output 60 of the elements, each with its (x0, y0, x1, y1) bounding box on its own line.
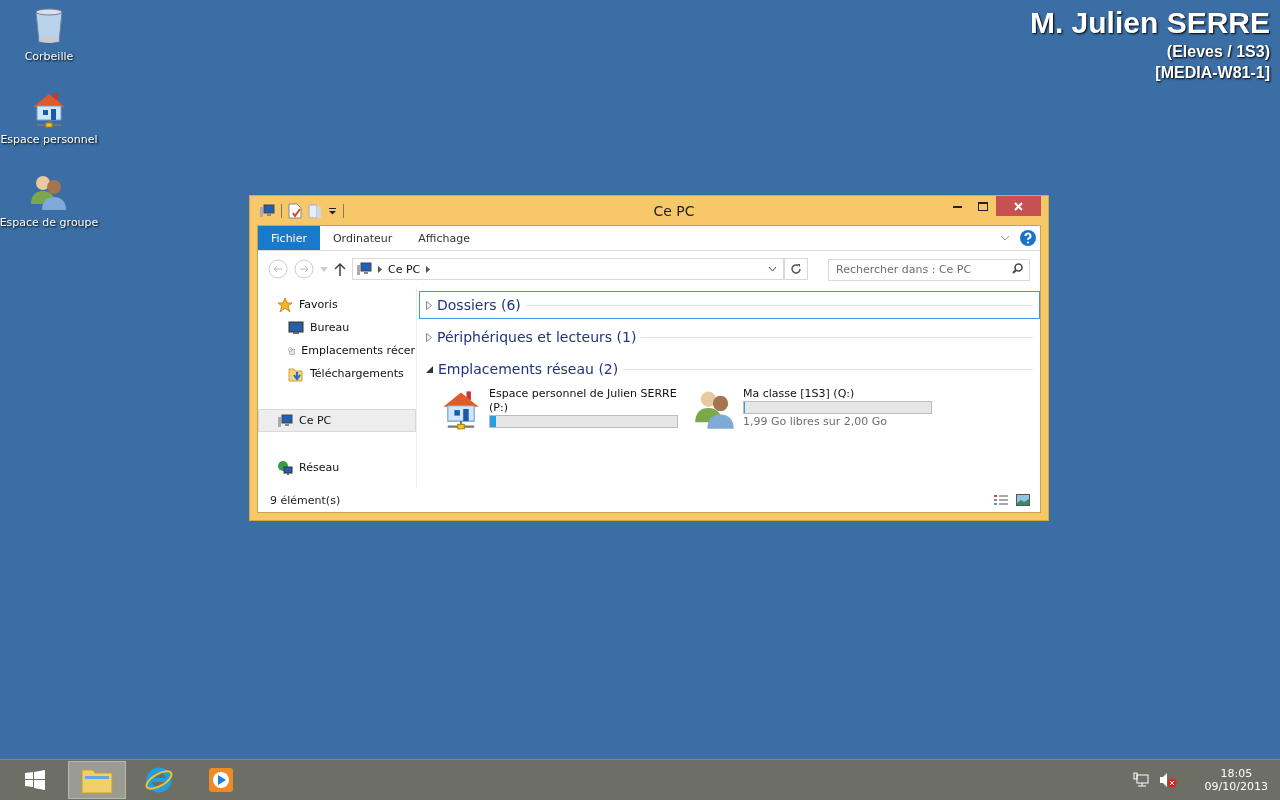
collapsed-triangle-icon (426, 332, 432, 342)
group-header[interactable]: Périphériques et lecteurs (1) (419, 323, 1040, 351)
address-bar[interactable]: Ce PC (352, 258, 784, 280)
tiles-view-icon[interactable] (1016, 494, 1030, 506)
window-title: Ce PC (652, 202, 696, 219)
chevron-icon (378, 265, 382, 273)
clock[interactable]: 18:05 09/10/2013 (1204, 767, 1268, 793)
search-field[interactable]: Rechercher dans : Ce PC (828, 258, 1030, 281)
windows-logo-icon (25, 770, 45, 790)
collapsed-triangle-icon (426, 300, 432, 310)
star-icon (277, 296, 293, 313)
ribbon-tab[interactable]: Affichage (405, 226, 483, 250)
details-view-icon[interactable] (994, 494, 1008, 506)
trash-icon (33, 6, 65, 46)
sidebar-item[interactable]: Réseau (258, 456, 416, 479)
user-name: M. Julien SERRE (1029, 6, 1270, 40)
media-player-icon (208, 767, 234, 793)
machine-name: [MEDIA-W81-1] (1155, 64, 1270, 82)
desktop-shortcut[interactable]: Corbeille (0, 6, 98, 63)
computer-icon (356, 261, 372, 277)
folder-icon (81, 766, 113, 794)
group-header[interactable]: Emplacements réseau (2) (419, 355, 1040, 383)
sidebar-item[interactable]: Emplacements récer (258, 339, 416, 362)
ribbon-tab[interactable]: Fichier (258, 226, 320, 250)
monitor-icon (288, 320, 304, 335)
group-header[interactable]: Dossiers (6) (419, 291, 1040, 319)
expanded-triangle-icon (426, 365, 433, 373)
computer-icon (259, 202, 275, 219)
sidebar-item[interactable]: Bureau (258, 316, 416, 339)
muted-speaker-icon[interactable] (1158, 772, 1177, 788)
search-icon[interactable] (1012, 263, 1023, 274)
chevron-icon (426, 265, 431, 273)
download-folder-icon (288, 365, 304, 382)
breadcrumb[interactable]: Ce PC (388, 262, 421, 276)
computer-icon (277, 412, 293, 429)
sidebar-item[interactable]: Ce PC (258, 409, 416, 432)
close-button[interactable] (996, 196, 1041, 216)
browser-e-icon (144, 765, 174, 795)
expand-ribbon-icon[interactable] (1000, 235, 1010, 241)
network-globe-icon (277, 459, 293, 476)
up-button[interactable] (334, 262, 346, 276)
drive-tile[interactable]: Ma classe [1S3] (Q:) 1,99 Go libres sur 2,00 Go (693, 387, 933, 431)
item-count: 9 élément(s) (270, 493, 341, 507)
dropdown-caret-icon[interactable] (768, 266, 777, 272)
sidebar-item[interactable]: Favoris (258, 293, 416, 316)
minimize-icon (952, 204, 962, 208)
desktop-shortcut[interactable]: Espace de groupe (0, 172, 98, 229)
customize-caret-icon[interactable] (328, 206, 337, 215)
network-icon[interactable] (1132, 772, 1149, 788)
close-icon (1014, 201, 1023, 211)
desktop-shortcut[interactable]: Espace personnel (0, 89, 98, 146)
maximize-icon (978, 201, 988, 211)
refresh-icon (790, 263, 802, 275)
drive-tile[interactable]: Espace personnel de Julien SERRE (P:) (439, 387, 679, 431)
refresh-button[interactable] (784, 258, 808, 280)
sidebar-item[interactable]: Téléchargements (258, 362, 416, 385)
properties-icon[interactable] (288, 202, 302, 219)
help-icon[interactable] (1020, 230, 1036, 246)
ribbon-tab[interactable]: Ordinateur (319, 226, 406, 250)
user-group: (Eleves / 1S3) (1166, 43, 1270, 61)
